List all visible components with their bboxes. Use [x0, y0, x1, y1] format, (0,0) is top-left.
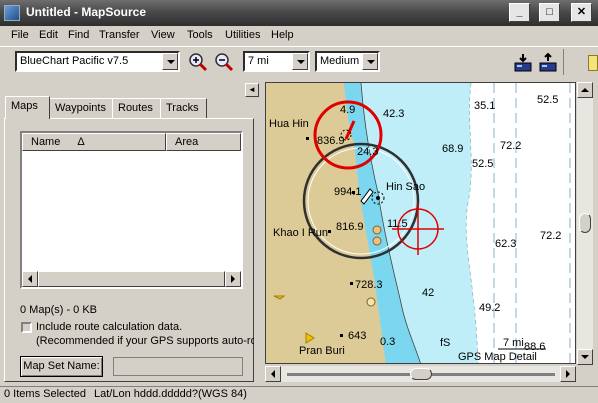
collapse-panel-button[interactable]: ◄ [245, 83, 259, 97]
tab-waypoints[interactable]: Waypoints [49, 98, 113, 118]
route-data-checkbox[interactable] [21, 322, 32, 333]
label-hua-hin: Hua Hin [269, 118, 309, 130]
sounding: 836.9 [317, 135, 345, 147]
sounding: 72.2 [500, 140, 521, 152]
menu-utilities[interactable]: Utilities [225, 29, 260, 41]
map-scale-label: 7 mi [503, 337, 524, 349]
zoom-in-icon[interactable] [187, 51, 209, 73]
column-name-header[interactable]: Name Δ [22, 133, 166, 151]
point-marker [328, 230, 331, 233]
map-set-name-button[interactable]: Map Set Name: [20, 356, 103, 377]
label-pran-buri: Pran Buri [299, 345, 345, 357]
app-icon [4, 5, 20, 21]
hscroll-thumb[interactable] [410, 368, 432, 380]
label-khao-i-run: Khao I Run [273, 227, 328, 239]
scroll-left-icon[interactable] [22, 271, 38, 287]
detail-select[interactable]: Medium [315, 51, 380, 72]
map-view[interactable]: Hua Hin Hin Sao Khao I Run Pran Buri 4.9… [265, 82, 576, 364]
menu-help[interactable]: Help [271, 29, 294, 41]
product-select[interactable]: BlueChart Pacific v7.5 [15, 51, 180, 72]
zoom-scale-select[interactable]: 7 mi [243, 51, 310, 72]
status-bar [0, 386, 598, 403]
label-hin-sao: Hin Sao [386, 181, 425, 193]
buoy-icon [372, 225, 382, 235]
minimize-button[interactable]: _ [509, 3, 530, 22]
tab-maps[interactable]: Maps [5, 96, 50, 119]
vscroll-thumb[interactable] [579, 213, 591, 233]
sounding: 72.2 [540, 230, 561, 242]
sounding: 816.9 [336, 221, 364, 233]
map-list[interactable]: Name Δ Area [20, 131, 243, 289]
sounding: 62.3 [495, 238, 516, 250]
point-marker [340, 334, 343, 337]
menu-find[interactable]: Find [68, 29, 89, 41]
sort-ascending-icon: Δ [77, 136, 85, 148]
sounding: 994.1 [334, 186, 362, 198]
sounding: 52.5 [537, 94, 558, 106]
map-count-text: 0 Map(s) - 0 KB [20, 304, 98, 316]
scroll-right-icon[interactable] [225, 271, 241, 287]
scroll-up-icon[interactable] [577, 82, 593, 98]
status-coords: Lat/Lon hddd.ddddd?(WGS 84) [94, 388, 247, 400]
route-data-note: (Recommended if your GPS supports auto-r… [36, 335, 254, 347]
map-hscrollbar[interactable] [265, 366, 576, 382]
column-area-header[interactable]: Area [166, 133, 241, 151]
sounding: 68.9 [442, 143, 463, 155]
zoom-out-icon[interactable] [213, 51, 235, 73]
sounding: 35.1 [474, 100, 495, 112]
scroll-right-icon[interactable] [560, 366, 576, 382]
route-data-label: Include route calculation data. [36, 321, 183, 333]
detail-value: Medium [320, 55, 360, 67]
menu-file[interactable]: File [11, 29, 29, 41]
sounding: 24.3 [357, 146, 378, 158]
tab-tracks[interactable]: Tracks [160, 98, 207, 118]
column-name-label: Name [31, 136, 61, 148]
sounding: 11.5 [387, 218, 408, 230]
chevron-down-icon[interactable] [162, 53, 178, 70]
send-to-device-icon[interactable] [512, 52, 534, 74]
scroll-thumb[interactable] [38, 271, 225, 287]
receive-from-device-icon[interactable] [537, 52, 559, 74]
chevron-down-icon[interactable] [292, 53, 308, 70]
buoy-icon [366, 297, 376, 307]
close-button[interactable]: ✕ [571, 3, 592, 22]
buoy-icon [372, 236, 382, 246]
map-list-hscrollbar[interactable] [22, 271, 241, 287]
light-symbol-icon [376, 196, 380, 200]
sounding: 42 [422, 287, 434, 299]
menu-edit[interactable]: Edit [39, 29, 58, 41]
menu-transfer[interactable]: Transfer [99, 29, 140, 41]
product-select-value: BlueChart Pacific v7.5 [20, 55, 129, 67]
sounding: 49.2 [479, 302, 500, 314]
sounding: 42.3 [383, 108, 404, 120]
sounding: 728.3 [355, 279, 383, 291]
tab-routes[interactable]: Routes [112, 98, 161, 118]
map-vscrollbar[interactable] [577, 82, 593, 365]
sounding: 52.5 [472, 158, 493, 170]
menu-tools[interactable]: Tools [187, 29, 213, 41]
menu-view[interactable]: View [151, 29, 175, 41]
menu-bar [0, 26, 598, 46]
chevron-down-icon[interactable] [362, 53, 378, 70]
map-detail-caption: GPS Map Detail [458, 351, 537, 363]
point-marker [306, 137, 309, 140]
sounding: 0.3 [380, 336, 395, 348]
toolbar-divider [563, 49, 564, 75]
maximize-button[interactable]: □ [539, 3, 560, 22]
folder-icon[interactable] [588, 55, 598, 71]
point-marker [350, 282, 353, 285]
window-title: Untitled - MapSource [26, 5, 147, 19]
zoom-scale-value: 7 mi [248, 55, 269, 67]
scroll-down-icon[interactable] [577, 349, 593, 365]
status-selected: 0 Items Selected [4, 388, 86, 400]
sounding: 4.9 [340, 104, 355, 116]
map-set-name-input[interactable] [113, 357, 243, 376]
scroll-left-icon[interactable] [265, 366, 281, 382]
fs-label: fS [440, 337, 450, 349]
sounding: 643 [348, 330, 366, 342]
